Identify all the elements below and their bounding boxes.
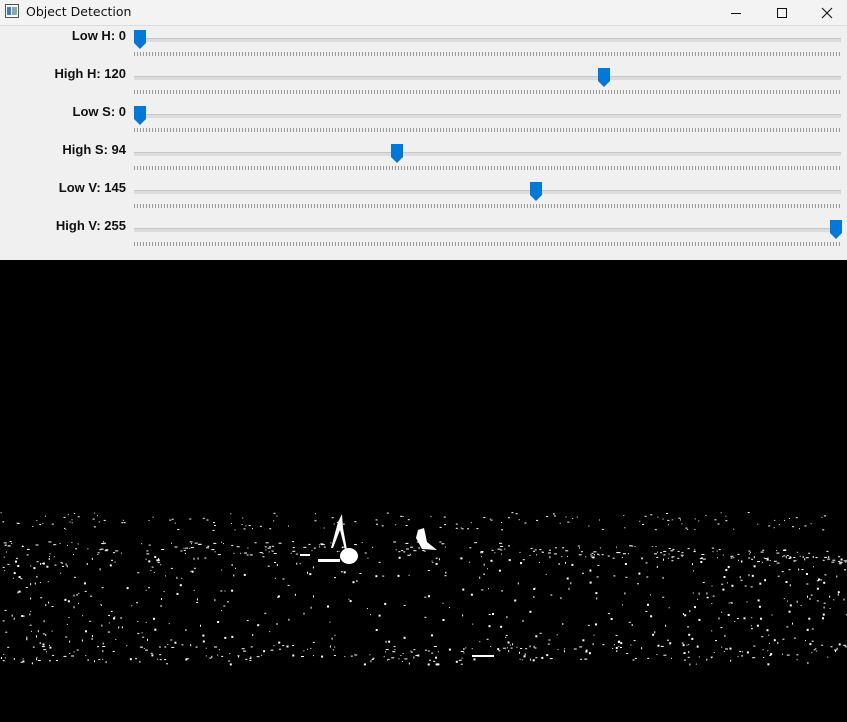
minimize-icon: [730, 7, 742, 19]
slider-ticks: [134, 166, 841, 170]
trackbar-low-v: Low V: 145: [0, 178, 847, 216]
trackbar-low-s: Low S: 0: [0, 102, 847, 140]
slider-track[interactable]: [134, 76, 841, 80]
slider-ticks: [134, 242, 841, 246]
slider-track[interactable]: [134, 152, 841, 156]
trackbar-panel: Low H: 0 High H: 120 Low S: 0 High S: 94…: [0, 26, 847, 260]
close-button[interactable]: [804, 0, 847, 26]
maximize-icon: [776, 7, 788, 19]
trackbar-label: Low V: 145: [59, 180, 126, 195]
opencv-window-icon: [5, 4, 19, 18]
minimize-button[interactable]: [713, 0, 759, 26]
slider-thumb[interactable]: [134, 106, 146, 125]
trackbar-label: High H: 120: [54, 66, 126, 81]
mask-pixels: [0, 260, 847, 717]
slider-ticks: [134, 90, 841, 94]
window-title: Object Detection: [26, 4, 131, 19]
maximize-button[interactable]: [759, 0, 805, 26]
slider-ticks: [134, 52, 841, 56]
slider-thumb[interactable]: [134, 30, 146, 49]
mask-image: [0, 260, 847, 717]
trackbar-low-h: Low H: 0: [0, 26, 847, 64]
slider-track[interactable]: [134, 38, 841, 42]
trackbar-high-v: High V: 255: [0, 216, 847, 254]
slider-ticks: [134, 204, 841, 208]
slider-thumb[interactable]: [830, 220, 842, 239]
slider-thumb[interactable]: [598, 68, 610, 87]
slider-ticks: [134, 128, 841, 132]
trackbar-high-h: High H: 120: [0, 64, 847, 102]
close-icon: [821, 7, 833, 19]
trackbar-label: Low S: 0: [73, 104, 126, 119]
slider-track[interactable]: [134, 190, 841, 194]
slider-track[interactable]: [134, 114, 841, 118]
trackbar-high-s: High S: 94: [0, 140, 847, 178]
slider-thumb[interactable]: [530, 182, 542, 201]
trackbar-label: Low H: 0: [72, 28, 126, 43]
trackbar-label: High V: 255: [56, 218, 126, 233]
trackbar-label: High S: 94: [62, 142, 126, 157]
title-bar: Object Detection: [0, 0, 847, 26]
slider-track[interactable]: [134, 228, 841, 232]
slider-thumb[interactable]: [391, 144, 403, 163]
